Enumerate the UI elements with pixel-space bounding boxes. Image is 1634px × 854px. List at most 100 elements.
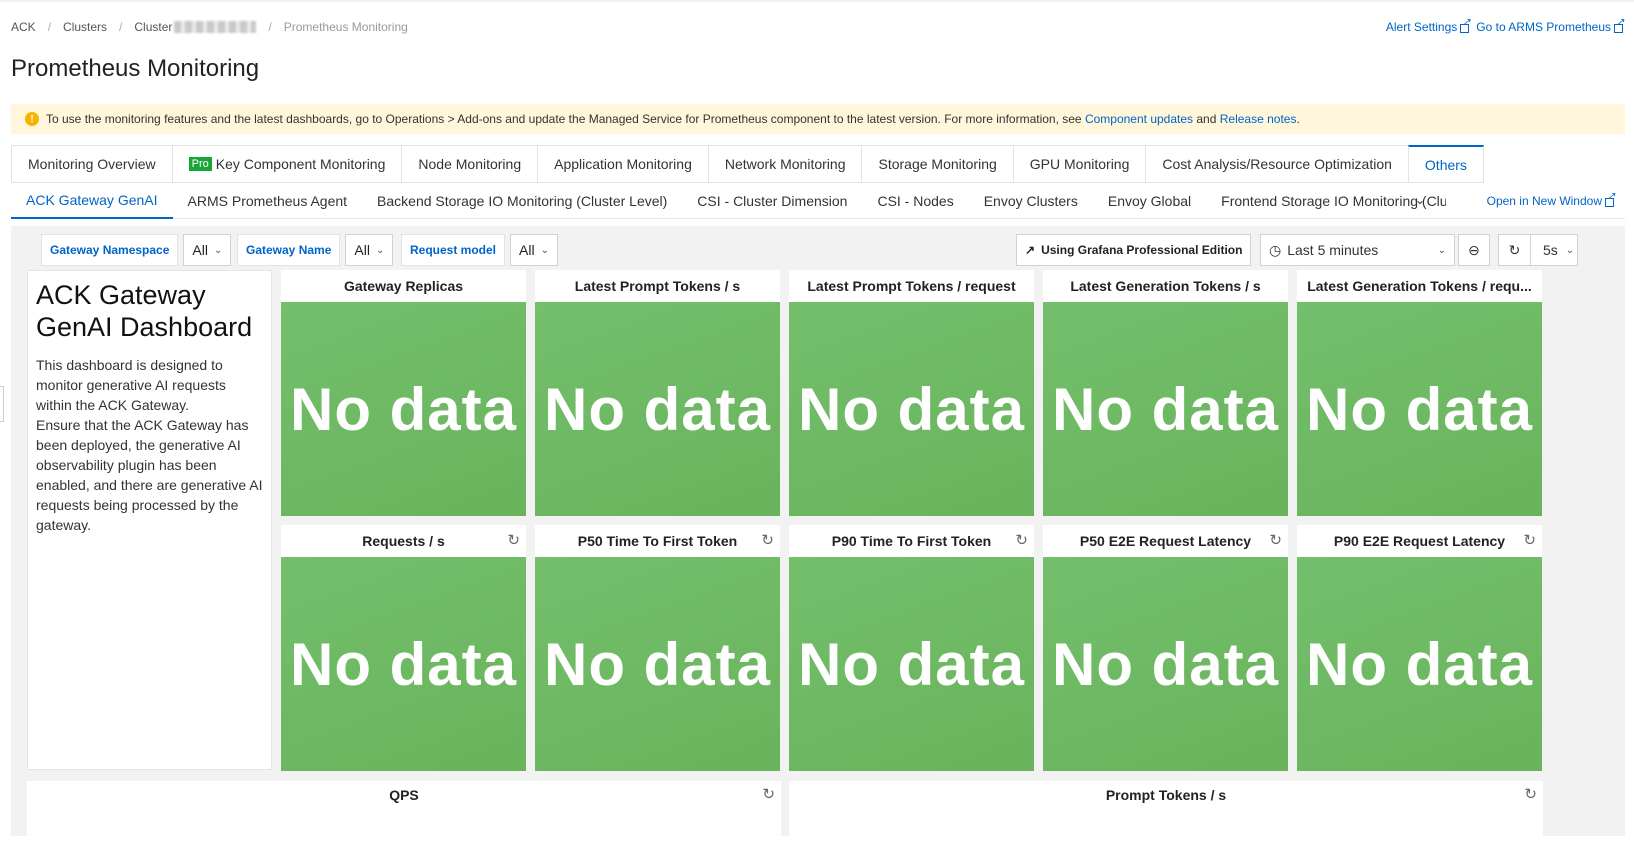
tab-others[interactable]: Others: [1407, 145, 1484, 183]
subtab-frontend-storage-io[interactable]: Frontend Storage IO Monitoring (Cluster …: [1206, 183, 1446, 219]
go-to-arms-label: Go to ARMS Prometheus: [1476, 20, 1611, 34]
stat-panel[interactable]: P90 E2E Request Latency ↻ No data: [1297, 525, 1542, 771]
subtab-ack-gateway-genai[interactable]: ACK Gateway GenAI: [11, 183, 173, 219]
refresh-icon[interactable]: ↻: [1523, 531, 1536, 549]
subtab-csi-nodes[interactable]: CSI - Nodes: [862, 183, 968, 219]
breadcrumb: ACK / Clusters / Cluster / Prometheus Mo…: [11, 20, 408, 34]
chevron-down-icon: ⌄: [1437, 244, 1446, 256]
notice-end: .: [1296, 112, 1300, 126]
tab-gpu-monitoring[interactable]: GPU Monitoring: [1012, 145, 1146, 183]
notice-text-main: To use the monitoring features and the l…: [46, 112, 1085, 126]
component-updates-link[interactable]: Component updates: [1085, 112, 1193, 126]
refresh-icon[interactable]: ↻: [1015, 531, 1028, 549]
refresh-icon[interactable]: ↻: [761, 531, 774, 549]
dashboard-area: Gateway Namespace All ⌄ Gateway Name All ⌄…: [11, 226, 1625, 836]
subtab-envoy-clusters[interactable]: Envoy Clusters: [969, 183, 1093, 219]
breadcrumb-clusters[interactable]: Clusters: [63, 20, 107, 34]
tab-key-component-monitoring[interactable]: Pro Key Component Monitoring: [171, 145, 402, 183]
variable-gateway-namespace: Gateway Namespace All ⌄: [41, 234, 232, 266]
refresh-icon[interactable]: ↻: [1499, 235, 1531, 265]
chevron-down-icon: ⌄: [213, 244, 223, 256]
zoom-out-button[interactable]: ⊖: [1458, 234, 1490, 266]
clock-icon: ◷: [1269, 241, 1282, 258]
alert-settings-link[interactable]: Alert Settings: [1386, 17, 1471, 34]
no-data-value: No data: [281, 557, 526, 771]
subtab-backend-storage-io[interactable]: Backend Storage IO Monitoring (Cluster L…: [362, 183, 682, 219]
no-data-value: No data: [535, 557, 780, 771]
stat-panel[interactable]: P50 Time To First Token ↻ No data: [535, 525, 780, 771]
no-data-value: No data: [281, 302, 526, 516]
panel-title: Latest Generation Tokens / s: [1070, 278, 1261, 294]
subtab-arms-prometheus-agent[interactable]: ARMS Prometheus Agent: [173, 183, 363, 219]
gateway-name-value: All: [354, 242, 370, 258]
zoom-out-icon: ⊖: [1468, 241, 1480, 258]
grafana-pro-label: Using Grafana Professional Edition: [1041, 243, 1243, 257]
refresh-icon[interactable]: ↻: [1524, 785, 1537, 803]
refresh-icon[interactable]: ↻: [762, 785, 775, 803]
stat-panel[interactable]: Gateway Replicas No data: [281, 270, 526, 516]
panel-title: Requests / s: [362, 533, 445, 549]
external-link-icon: [1605, 191, 1615, 207]
tab-monitoring-overview[interactable]: Monitoring Overview: [11, 145, 172, 183]
redacted-cluster-name: [174, 21, 257, 33]
more-subtabs-chevron-icon[interactable]: ⌄: [1415, 193, 1425, 207]
open-in-new-window-link[interactable]: Open in New Window: [1486, 191, 1616, 208]
panel-title: Gateway Replicas: [343, 278, 464, 294]
stat-panel[interactable]: P50 E2E Request Latency ↻ No data: [1043, 525, 1288, 771]
stat-panel[interactable]: Latest Prompt Tokens / request No data: [789, 270, 1034, 516]
notice-text: To use the monitoring features and the l…: [46, 112, 1300, 126]
refresh-interval-select[interactable]: 5s ⌄: [1537, 242, 1574, 258]
grafana-pro-button[interactable]: ↗ Using Grafana Professional Edition: [1016, 234, 1252, 266]
tab-application-monitoring[interactable]: Application Monitoring: [537, 145, 708, 183]
stat-panel[interactable]: Requests / s ↻ No data: [281, 525, 526, 771]
chevron-down-icon: ⌄: [375, 244, 385, 256]
panel-title: QPS: [389, 787, 419, 803]
breadcrumb-current: Prometheus Monitoring: [283, 20, 408, 34]
stat-panel[interactable]: Latest Prompt Tokens / s No data: [535, 270, 780, 516]
top-bar: ACK / Clusters / Cluster / Prometheus Mo…: [0, 0, 1634, 50]
notice-and: and: [1193, 112, 1220, 126]
tab-cost-analysis[interactable]: Cost Analysis/Resource Optimization: [1145, 145, 1408, 183]
panel-title: Prompt Tokens / s: [1105, 787, 1227, 803]
stat-panel[interactable]: Latest Generation Tokens / requ... No da…: [1297, 270, 1542, 516]
breadcrumb-separator: /: [119, 20, 123, 34]
stat-panel[interactable]: Latest Generation Tokens / s No data: [1043, 270, 1288, 516]
subtab-envoy-global[interactable]: Envoy Global: [1093, 183, 1206, 219]
stat-panel[interactable]: P90 Time To First Token ↻ No data: [789, 525, 1034, 771]
gateway-name-select[interactable]: All ⌄: [345, 234, 394, 266]
tab-node-monitoring[interactable]: Node Monitoring: [401, 145, 538, 183]
breadcrumb-ack[interactable]: ACK: [11, 20, 36, 34]
gateway-namespace-select[interactable]: All ⌄: [183, 234, 232, 266]
tab-key-component-label: Key Component Monitoring: [215, 156, 386, 172]
request-model-value: All: [519, 242, 535, 258]
variable-gateway-name: Gateway Name All ⌄: [237, 234, 394, 266]
tab-network-monitoring[interactable]: Network Monitoring: [707, 145, 862, 183]
sidebar-collapse-handle[interactable]: [0, 386, 4, 422]
refresh-icon[interactable]: ↻: [507, 531, 520, 549]
subtab-csi-cluster[interactable]: CSI - Cluster Dimension: [682, 183, 862, 219]
gateway-name-label: Gateway Name: [237, 234, 341, 266]
time-range-picker[interactable]: ◷ Last 5 minutes ⌄: [1260, 234, 1455, 266]
warning-icon: !: [25, 112, 39, 126]
refresh-icon[interactable]: ↻: [1269, 531, 1282, 549]
release-notes-link[interactable]: Release notes: [1220, 112, 1297, 126]
panel-title: P90 Time To First Token: [831, 533, 992, 549]
update-notice: ! To use the monitoring features and the…: [11, 104, 1625, 134]
panel-title: Latest Prompt Tokens / request: [807, 278, 1016, 294]
intro-text-panel: ACK Gateway GenAI Dashboard This dashboa…: [27, 270, 272, 770]
prompt-tokens-panel[interactable]: Prompt Tokens / s ↻: [789, 781, 1543, 836]
panel-title: P90 E2E Request Latency: [1333, 533, 1506, 549]
qps-panel[interactable]: QPS ↻: [27, 781, 781, 836]
tab-storage-monitoring[interactable]: Storage Monitoring: [861, 145, 1013, 183]
open-new-window-label: Open in New Window: [1486, 194, 1602, 208]
top-links: Alert Settings Go to ARMS Prometheus: [1386, 17, 1624, 34]
panel-title: Latest Prompt Tokens / s: [574, 278, 741, 294]
request-model-select[interactable]: All ⌄: [510, 234, 558, 266]
external-link-icon: ↗: [1025, 243, 1036, 257]
no-data-value: No data: [1043, 557, 1288, 771]
chevron-down-icon: ⌄: [540, 244, 549, 256]
go-to-arms-link[interactable]: Go to ARMS Prometheus: [1476, 17, 1624, 34]
page-title: Prometheus Monitoring: [11, 55, 260, 82]
breadcrumb-cluster[interactable]: Cluster: [134, 20, 172, 34]
panel-title: Latest Generation Tokens / requ...: [1307, 278, 1532, 294]
